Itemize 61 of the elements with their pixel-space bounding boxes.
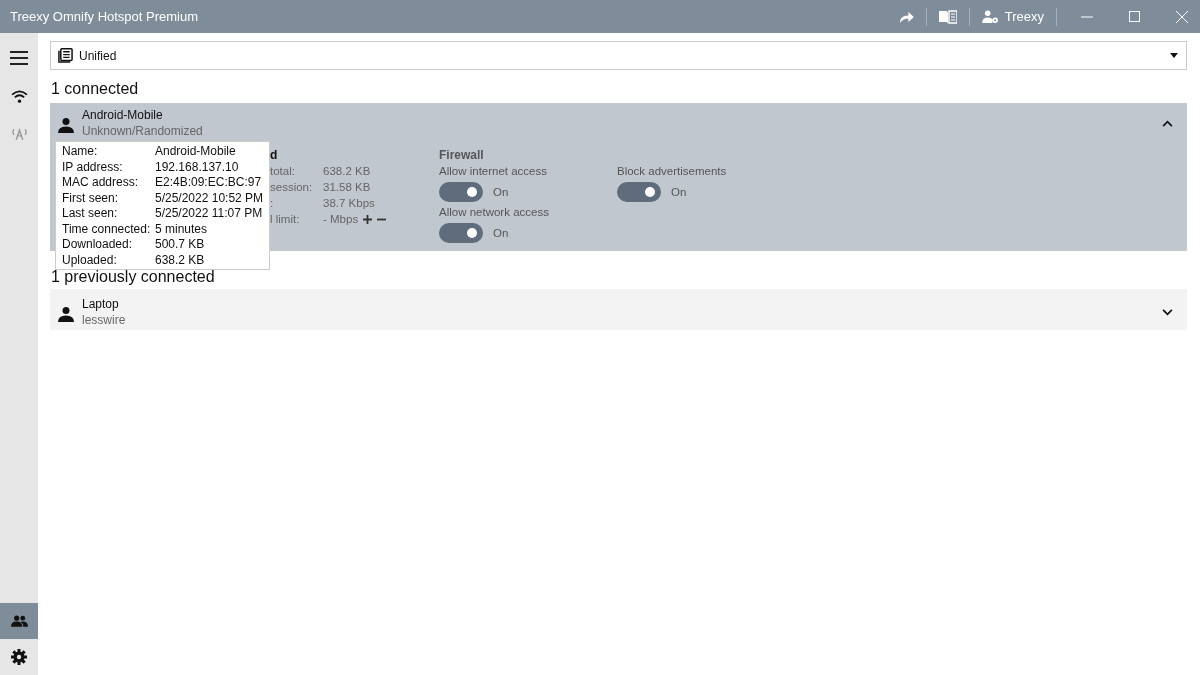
wifi-icon — [10, 89, 28, 103]
stat-value: - Mbps — [323, 212, 359, 227]
toggle-state: On — [493, 185, 509, 198]
info-value: E2:4B:09:EC:BC:97 — [155, 175, 263, 191]
users-icon — [10, 615, 28, 627]
toggle-state: On — [671, 185, 687, 198]
device-vendor: lesswire — [82, 311, 127, 328]
antenna-icon — [10, 127, 28, 141]
device-card[interactable]: Laptop lesswire — [50, 289, 1187, 330]
section-heading: 1 previously connected — [51, 267, 216, 287]
toggle-state: On — [493, 226, 509, 239]
expand-chevron-icon[interactable] — [1162, 308, 1173, 316]
stat-label: l limit: — [270, 212, 301, 227]
share-arrow-icon[interactable] — [898, 10, 914, 23]
collapse-chevron-icon[interactable] — [1162, 120, 1173, 127]
window-title: Treexy Omnify Hotspot Premium — [10, 9, 199, 24]
info-label: IP address: — [62, 159, 124, 175]
column-heading: d — [270, 147, 279, 163]
stat-label: : — [270, 196, 275, 211]
close-icon[interactable] — [1176, 10, 1188, 23]
device-name: Android-Mobile — [82, 107, 164, 123]
plus-icon[interactable] — [363, 214, 373, 224]
info-label: MAC address: — [62, 175, 140, 191]
stat-value: 638.2 KB — [323, 164, 371, 179]
maximize-icon[interactable] — [1129, 11, 1140, 22]
person-icon — [58, 117, 74, 133]
user-settings-icon — [981, 10, 999, 23]
book-icon[interactable] — [938, 9, 957, 24]
info-label: Uploaded: — [62, 252, 118, 268]
toggle-switch[interactable] — [617, 181, 661, 202]
menu-icon — [10, 51, 28, 65]
info-value: 5/25/2022 11:07 PM — [155, 206, 264, 222]
info-label: First seen: — [62, 190, 119, 206]
toggle-label: Allow network access — [439, 205, 550, 220]
stat-value: 38.7 Kbps — [323, 196, 375, 211]
info-value: 5/25/2022 10:52 PM — [155, 190, 264, 206]
section-heading: 1 connected — [51, 80, 140, 98]
view-dropdown[interactable]: Unified — [50, 41, 1187, 70]
stat-value: 31.58 KB — [323, 180, 371, 195]
info-value: 500.7 KB — [155, 237, 206, 253]
stat-label: session: — [270, 180, 314, 195]
device-vendor: Unknown/Randomized — [82, 123, 204, 139]
settings-icon — [11, 649, 27, 665]
info-value: 192.168.137.10 — [155, 159, 240, 175]
toggle-label: Allow internet access — [439, 164, 549, 179]
news-icon — [58, 48, 73, 63]
info-value: Android-Mobile — [155, 144, 237, 160]
toggle-label: Block advertisements — [617, 164, 728, 179]
info-label: Name: — [62, 144, 99, 160]
info-label: Time connected: — [62, 221, 152, 237]
person-icon — [58, 305, 74, 322]
column-heading: Firewall — [439, 147, 485, 163]
info-label: Last seen: — [62, 206, 119, 222]
dropdown-caret-icon — [1170, 53, 1178, 58]
toggle-switch[interactable] — [439, 222, 483, 243]
stat-label: total: — [270, 164, 296, 179]
info-label: Downloaded: — [62, 237, 134, 253]
info-value: 5 minutes — [155, 221, 209, 237]
device-name: Laptop — [82, 295, 120, 312]
toggle-switch[interactable] — [439, 181, 483, 202]
info-value: 638.2 KB — [155, 252, 206, 268]
